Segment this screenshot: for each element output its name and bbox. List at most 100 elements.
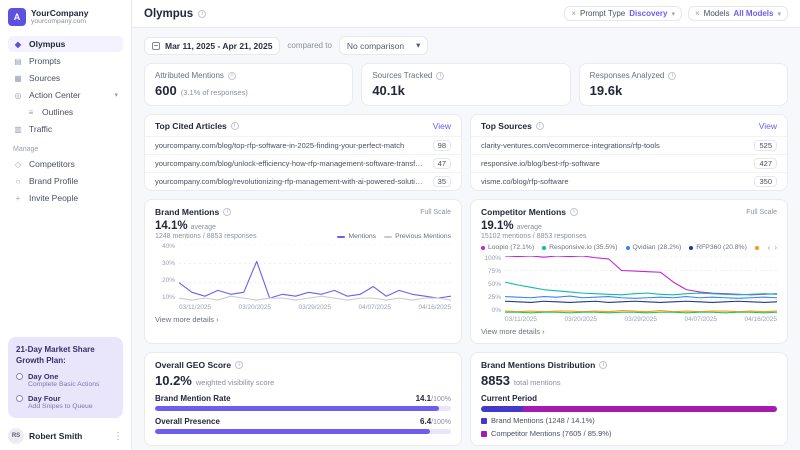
y-tick-label: 25%: [488, 295, 501, 302]
sidebar-item-olympus[interactable]: ◆ Olympus: [8, 36, 123, 52]
close-icon[interactable]: ×: [571, 9, 576, 18]
x-tick-label: 03/20/2025: [239, 304, 272, 311]
filter-value: Discovery: [629, 9, 667, 18]
step-subtitle: Add Snipes to Queue: [28, 403, 93, 410]
view-more-details-link[interactable]: View more details ›: [155, 315, 451, 324]
legend-label: RFP360 (20.8%): [696, 244, 747, 251]
stat-label-text: Sources Tracked: [372, 71, 432, 80]
legend-item-responsive-io-35-5[interactable]: Responsive.io (35.5%): [542, 244, 617, 251]
sidebar-item-traffic[interactable]: ▥Traffic: [8, 121, 123, 137]
sidebar-item-label: Sources: [29, 73, 60, 83]
info-icon: i: [235, 361, 243, 369]
view-link[interactable]: View: [759, 121, 777, 131]
sources-icon: ▦: [13, 74, 23, 83]
outlines-icon: ≡: [26, 108, 36, 117]
legend-label: Competitor Mentions (7605 / 85.9%): [491, 429, 611, 438]
info-icon: i: [570, 208, 578, 216]
manage-section-label: Manage: [13, 146, 123, 153]
date-controls: Mar 11, 2025 - Apr 21, 2025 compared to …: [144, 36, 788, 55]
sidebar-item-sources[interactable]: ▦ Sources: [8, 70, 123, 86]
y-tick-label: 20%: [162, 278, 175, 285]
metric-bar-fill: [155, 406, 439, 411]
info-icon: i: [668, 72, 676, 80]
prompt-type-filter[interactable]: × Prompt Type Discovery ▾: [564, 6, 682, 21]
sidebar-item-action-center[interactable]: ◎Action Center▾: [8, 87, 123, 103]
y-tick-label: 100%: [484, 256, 501, 263]
user-more-options-icon[interactable]: ⋮: [113, 431, 123, 442]
table-row[interactable]: yourcompany.com/blog/revolutionizing-rfp…: [145, 172, 461, 190]
legend-item-rfp360-20-8[interactable]: RFP360 (20.8%): [689, 244, 747, 251]
stat-card-sources-tracked: Sources Trackedi40.1k: [361, 63, 570, 106]
metric-bar-track: [155, 406, 451, 411]
sidebar-item-prompts[interactable]: ▤Prompts: [8, 53, 123, 69]
chevron-down-icon: ▾: [114, 91, 118, 99]
card-header: Competitor Mentions i Full Scale: [481, 207, 777, 217]
legend-item-qvidian-28-2[interactable]: Qvidian (28.2%): [626, 244, 682, 251]
info-icon: i: [223, 208, 231, 216]
x-tick-label: 03/29/2025: [624, 316, 657, 323]
sidebar-item-outlines[interactable]: ≡ Outlines: [8, 104, 123, 120]
close-icon[interactable]: ×: [695, 9, 700, 18]
date-range-picker[interactable]: Mar 11, 2025 - Apr 21, 2025: [144, 37, 280, 55]
sidebar-item-invite-people[interactable]: +Invite People: [8, 190, 123, 206]
chevron-right-icon: ›: [216, 315, 219, 324]
view-link[interactable]: View: [433, 121, 451, 131]
legend-item-arphie-4-6[interactable]: Arphie (4.6%): [755, 244, 762, 251]
stat-label: Sources Trackedi: [372, 71, 559, 80]
filter-chips: × Prompt Type Discovery ▾ × Models All M…: [564, 6, 788, 21]
sidebar-item-label: Outlines: [42, 107, 73, 117]
sidebar: A YourCompany yourcompany.com ◆ Olympus …: [0, 0, 132, 450]
stat-label: Attributed Mentionsi: [155, 71, 342, 80]
competitor-mentions-chart[interactable]: [505, 256, 777, 314]
chart-area: 40%30%20%10%: [155, 244, 451, 302]
chevron-down-icon: ▾: [671, 10, 675, 18]
legend-next-icon[interactable]: ›: [774, 243, 777, 252]
legend-prev-icon[interactable]: ‹: [768, 243, 771, 252]
legend-swatch: [755, 246, 759, 250]
top-sources-list: clarity-ventures.com/ecommerce-integrati…: [471, 136, 787, 190]
brand-mentions-distribution-card: Brand Mentions Distribution i 8853 total…: [470, 352, 788, 446]
y-tick-label: 40%: [162, 244, 175, 251]
y-tick-label: 10%: [162, 295, 175, 302]
workspace-switcher[interactable]: A YourCompany yourcompany.com: [8, 8, 123, 26]
table-row[interactable]: yourcompany.com/blog/unlock-efficiency-h…: [145, 154, 461, 172]
card-header: Brand Mentions i Full Scale: [155, 207, 451, 217]
count-badge: 35: [433, 176, 451, 187]
filter-value: All Models: [733, 9, 773, 18]
table-row[interactable]: clarity-ventures.com/ecommerce-integrati…: [471, 136, 787, 154]
company-name: YourCompany: [31, 9, 88, 18]
sidebar-item-label: Brand Profile: [29, 176, 78, 186]
full-scale-toggle[interactable]: Full Scale: [420, 209, 451, 216]
company-domain: yourcompany.com: [31, 18, 88, 25]
user-menu[interactable]: RS Robert Smith ⋮: [8, 428, 123, 444]
table-row[interactable]: yourcompany.com/blog/top-rfp-software-in…: [145, 136, 461, 154]
sidebar-item-competitors[interactable]: ◇Competitors: [8, 156, 123, 172]
step-text: Day OneComplete Basic Actions: [28, 372, 99, 388]
article-url: yourcompany.com/blog/top-rfp-software-in…: [155, 141, 433, 150]
brand-mentions-chart[interactable]: [179, 244, 451, 302]
mentions-summary: 1248 mentions / 8853 responses: [155, 233, 257, 240]
comparison-select[interactable]: No comparison ▾: [339, 36, 428, 55]
company-identity: YourCompany yourcompany.com: [31, 9, 88, 25]
card-header: Top Sources i View: [471, 115, 787, 136]
sidebar-item-label: Traffic: [29, 124, 52, 134]
view-more-details-link[interactable]: View more details ›: [481, 327, 777, 336]
table-row[interactable]: responsive.io/blog/best-rfp-software427: [471, 154, 787, 172]
bottom-row: Overall GEO Score i 10.2% weighted visib…: [144, 352, 788, 446]
table-row[interactable]: visme.co/blog/rfp-software350: [471, 172, 787, 190]
average-label: average: [191, 224, 216, 231]
step-text: Day FourAdd Snipes to Queue: [28, 394, 93, 410]
prompts-icon: ▤: [13, 57, 23, 66]
distribution-segment: [523, 406, 777, 412]
legend-item-loopio-72-1[interactable]: Loopio (72.1%): [481, 244, 534, 251]
view-more-label: View more details: [481, 327, 540, 336]
action-center-icon: ◎: [13, 91, 23, 100]
cited-articles-list: yourcompany.com/blog/top-rfp-software-in…: [145, 136, 461, 190]
models-filter[interactable]: × Models All Models ▾: [688, 6, 788, 21]
stat-subtext: (3.1% of responses): [181, 88, 248, 97]
sidebar-item-brand-profile[interactable]: ○Brand Profile: [8, 173, 123, 189]
page-title: Olympus: [144, 8, 193, 20]
stat-label-text: Responses Analyzed: [590, 71, 665, 80]
geo-score-label: weighted visibility score: [196, 378, 274, 387]
full-scale-toggle[interactable]: Full Scale: [746, 209, 777, 216]
